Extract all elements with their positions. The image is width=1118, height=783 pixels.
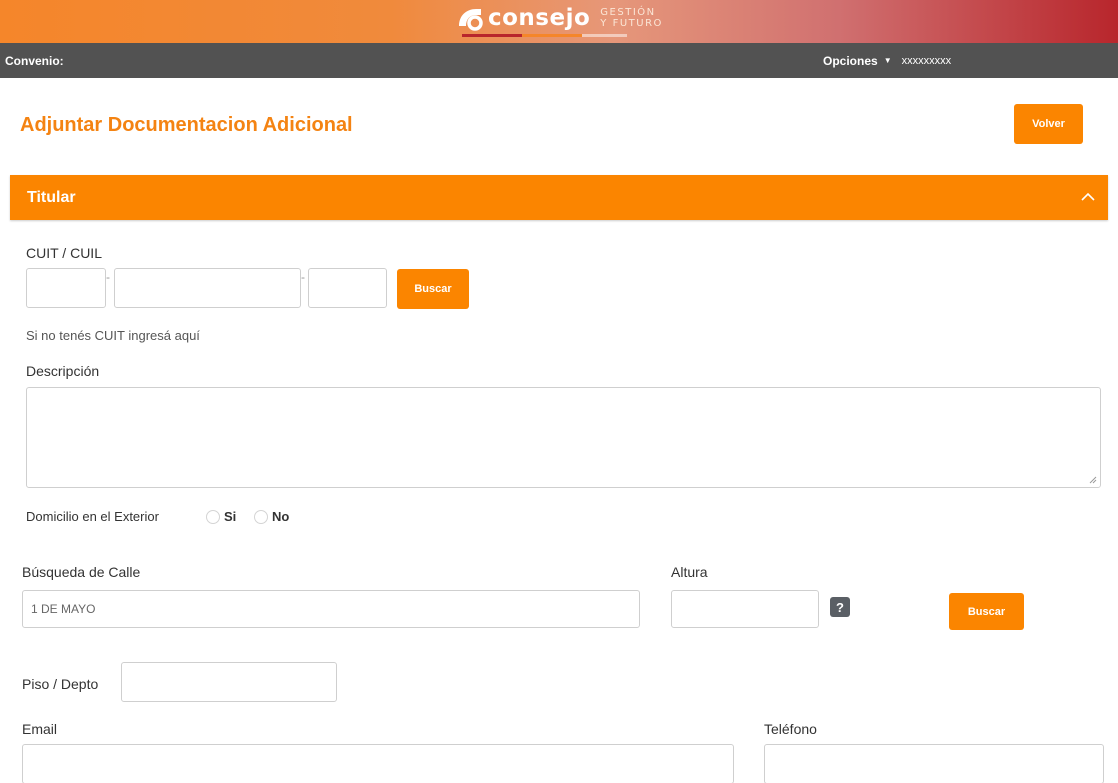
convenio-label: Convenio: [5,54,64,68]
cuit-separator-2: - [301,270,305,284]
cuit-suffix-input[interactable] [308,268,387,308]
resize-handle-icon[interactable] [1089,476,1097,484]
cuit-number-input[interactable] [114,268,301,308]
cuit-prefix-input[interactable] [26,268,106,308]
altura-label: Altura [671,564,708,580]
domicilio-si-option[interactable]: Si [206,509,236,524]
telefono-input[interactable] [764,744,1104,783]
email-input[interactable] [22,744,734,783]
domicilio-no-option[interactable]: No [254,509,289,524]
consejo-logo: consejo GESTIÓN Y FUTURO [456,4,663,40]
consejo-logo-mark-icon [456,6,484,32]
calle-buscar-button[interactable]: Buscar [949,593,1024,630]
titular-section-header[interactable]: Titular [10,175,1108,220]
no-cuit-link[interactable]: Si no tenés CUIT ingresá aquí [26,328,200,343]
radio-no-label: No [272,509,290,524]
nav-bar: Convenio: Opciones ▼ xxxxxxxxx [0,43,1118,78]
help-icon[interactable]: ? [830,597,850,617]
user-name: xxxxxxxxx [901,55,952,67]
logo-sub-line1: GESTIÓN [600,7,656,18]
calle-search-input[interactable] [22,590,640,628]
radio-si-label: Si [224,509,237,524]
logo-subtitle: GESTIÓN Y FUTURO [600,4,663,29]
section-title: Titular [27,189,76,206]
domicilio-label: Domicilio en el Exterior [26,509,159,524]
chevron-up-icon[interactable] [1078,187,1098,207]
cuit-label: CUIT / CUIL [26,245,102,261]
calle-label: Búsqueda de Calle [22,564,141,580]
top-banner: consejo GESTIÓN Y FUTURO [0,0,1118,43]
radio-si[interactable] [206,509,220,524]
logo-underline [462,34,627,37]
descripcion-textarea[interactable] [26,387,1101,488]
cuit-separator-1: - [106,270,110,284]
email-label: Email [22,721,58,737]
logo-name: consejo [488,5,591,31]
opciones-label[interactable]: Opciones [823,54,878,68]
radio-no[interactable] [254,509,268,524]
caret-down-icon[interactable]: ▼ [884,55,892,67]
volver-button[interactable]: Volver [1014,104,1083,144]
descripcion-label: Descripción [26,363,100,379]
telefono-label: Teléfono [764,721,817,737]
logo-sub-line2: Y FUTURO [600,18,663,29]
piso-label: Piso / Depto [22,676,99,692]
opciones-menu[interactable]: Opciones ▼ xxxxxxxxx [823,54,951,68]
page-title: Adjuntar Documentacion Adicional [20,114,353,136]
altura-input[interactable] [671,590,819,628]
cuit-buscar-button[interactable]: Buscar [397,269,469,309]
piso-depto-input[interactable] [121,662,337,702]
